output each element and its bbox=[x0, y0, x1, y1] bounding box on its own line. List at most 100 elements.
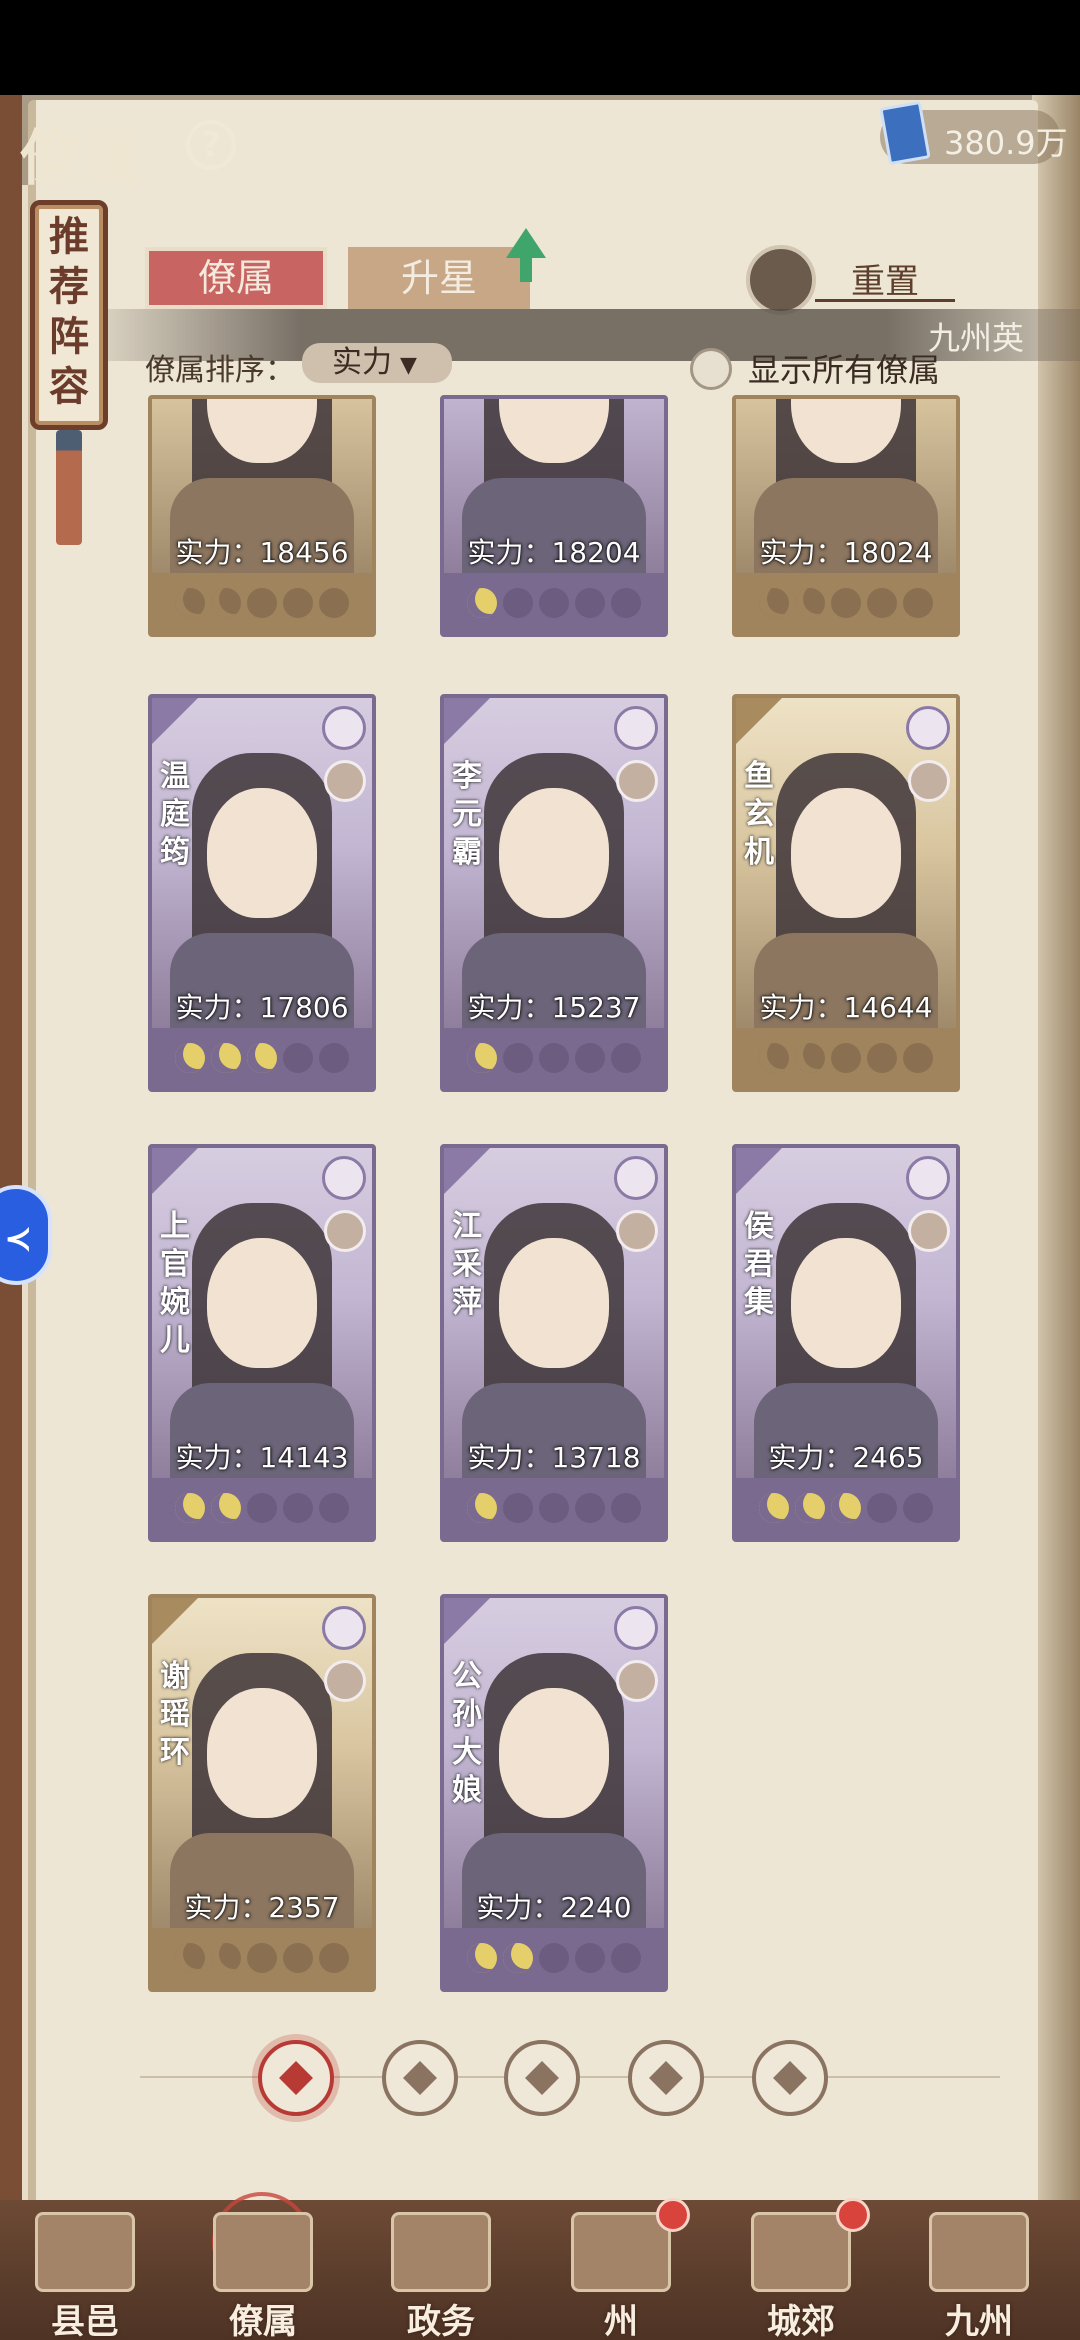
avatar bbox=[616, 1210, 658, 1252]
nav-item-0[interactable]: 县邑 bbox=[10, 2202, 160, 2340]
marquee-text: 九州英 bbox=[928, 319, 1025, 357]
retainer-card[interactable]: 鱼玄机 实力：14644 bbox=[732, 694, 960, 1092]
empty-star-icon bbox=[503, 588, 533, 618]
reset-button[interactable]: 重置 bbox=[815, 254, 955, 302]
moon-star-icon bbox=[175, 588, 205, 618]
power-label: 实力：17806 bbox=[175, 991, 349, 1024]
nav-item-2[interactable]: 政务 bbox=[366, 2202, 516, 2340]
power-label: 实力：2240 bbox=[476, 1891, 632, 1924]
empty-star-icon bbox=[539, 1943, 569, 1973]
retainer-card[interactable]: 公孙大娘实力：2240 bbox=[440, 1594, 668, 1992]
empty-star-icon bbox=[247, 1493, 277, 1523]
empty-star-icon bbox=[867, 1493, 897, 1523]
nav-item-1[interactable]: 僚属 bbox=[188, 2202, 338, 2340]
seal-icon bbox=[773, 2061, 807, 2095]
class-icon bbox=[322, 1156, 366, 1200]
empty-star-icon bbox=[611, 588, 641, 618]
star-row bbox=[736, 573, 956, 633]
empty-star-icon bbox=[831, 588, 861, 618]
show-all-label: 显示所有僚属 bbox=[748, 351, 941, 389]
power-label: 实力：18204 bbox=[467, 536, 641, 569]
filter-bell-button[interactable] bbox=[382, 2040, 458, 2116]
nav-label: 九州 bbox=[945, 2302, 1013, 2340]
nav-item-5[interactable]: 九州 bbox=[904, 2202, 1054, 2340]
moon-star-icon bbox=[759, 1043, 789, 1073]
sort-dropdown[interactable]: 实力 ▼ bbox=[302, 343, 452, 383]
tab-retainers[interactable]: 僚属 bbox=[145, 247, 327, 309]
empty-star-icon bbox=[611, 1943, 641, 1973]
star-row bbox=[736, 1478, 956, 1538]
empty-star-icon bbox=[539, 588, 569, 618]
filter-fan-button[interactable] bbox=[628, 2040, 704, 2116]
empty-star-icon bbox=[247, 1943, 277, 1973]
retainer-card[interactable]: 温庭筠 实力：17806 bbox=[148, 694, 376, 1092]
notification-badge bbox=[836, 2198, 870, 2232]
power-label: 实力：18456 bbox=[175, 536, 349, 569]
show-all-checkbox[interactable] bbox=[690, 348, 732, 390]
retainer-name: 上官婉儿 bbox=[160, 1209, 190, 1358]
retainer-card[interactable]: 上官婉儿 实力：14143 bbox=[148, 1144, 376, 1542]
retainer-name: 侯君集 bbox=[744, 1209, 774, 1320]
book-spine-right bbox=[1032, 95, 1080, 2340]
empty-star-icon bbox=[867, 1043, 897, 1073]
portrait-face bbox=[207, 1688, 317, 1818]
retainer-card[interactable]: 实力：18204 bbox=[440, 395, 668, 637]
power-label: 实力：2357 bbox=[184, 1891, 340, 1924]
empty-star-icon bbox=[903, 588, 933, 618]
retainer-card[interactable]: 实力：18456 bbox=[148, 395, 376, 637]
empty-star-icon bbox=[319, 1943, 349, 1973]
moon-star-icon bbox=[175, 1493, 205, 1523]
nav-label: 州 bbox=[604, 2302, 638, 2340]
moon-star-icon bbox=[211, 1493, 241, 1523]
reset-icon[interactable] bbox=[746, 245, 816, 315]
retainer-card[interactable]: 江采萍 实力：13718 bbox=[440, 1144, 668, 1542]
moon-star-icon bbox=[175, 1943, 205, 1973]
class-icon bbox=[906, 1156, 950, 1200]
filter-gourd-button[interactable] bbox=[504, 2040, 580, 2116]
moon-star-icon bbox=[503, 1943, 533, 1973]
nav-building-icon bbox=[929, 2212, 1029, 2292]
retainer-card[interactable]: 谢瑶环 实力：2357 bbox=[148, 1594, 376, 1992]
class-icon bbox=[906, 706, 950, 750]
moon-star-icon bbox=[467, 1493, 497, 1523]
moon-star-icon bbox=[467, 588, 497, 618]
moon-star-icon bbox=[247, 1043, 277, 1073]
moon-star-icon bbox=[211, 588, 241, 618]
empty-star-icon bbox=[867, 588, 897, 618]
question-icon[interactable]: ? bbox=[186, 120, 236, 170]
tassel-icon bbox=[56, 430, 82, 545]
moon-star-icon bbox=[467, 1043, 497, 1073]
star-row bbox=[444, 1478, 664, 1538]
moon-star-icon bbox=[759, 1493, 789, 1523]
class-icon bbox=[322, 1606, 366, 1650]
empty-star-icon bbox=[283, 1943, 313, 1973]
nav-label: 城郊 bbox=[767, 2302, 835, 2340]
filter-seal-button[interactable] bbox=[752, 2040, 828, 2116]
empty-star-icon bbox=[611, 1043, 641, 1073]
power-label: 实力：18024 bbox=[759, 536, 933, 569]
retainer-card[interactable]: 侯君集 实力：2465 bbox=[732, 1144, 960, 1542]
moon-star-icon bbox=[795, 1043, 825, 1073]
star-row bbox=[444, 1928, 664, 1988]
retainer-card[interactable]: 实力：18024 bbox=[732, 395, 960, 637]
retainer-card[interactable]: 李元霸 实力：15237 bbox=[440, 694, 668, 1092]
moon-star-icon bbox=[795, 588, 825, 618]
nav-building-icon bbox=[751, 2212, 851, 2292]
portrait-face bbox=[791, 788, 901, 918]
floating-assist-button[interactable]: ≺ bbox=[0, 1185, 52, 1285]
tab-star-up[interactable]: 升星 bbox=[348, 247, 530, 309]
class-icon bbox=[614, 706, 658, 750]
filter-all-diamond-button[interactable] bbox=[258, 2040, 334, 2116]
empty-star-icon bbox=[575, 1943, 605, 1973]
empty-star-icon bbox=[319, 1043, 349, 1073]
avatar bbox=[324, 1210, 366, 1252]
empty-star-icon bbox=[903, 1043, 933, 1073]
gourd-icon bbox=[525, 2061, 559, 2095]
retainer-name: 公孙大娘 bbox=[452, 1659, 482, 1808]
moon-star-icon bbox=[211, 1043, 241, 1073]
avatar bbox=[324, 1660, 366, 1702]
moon-star-icon bbox=[795, 1493, 825, 1523]
empty-star-icon bbox=[575, 588, 605, 618]
star-row bbox=[736, 1028, 956, 1088]
signal-icon: ≺ bbox=[4, 1219, 33, 1259]
